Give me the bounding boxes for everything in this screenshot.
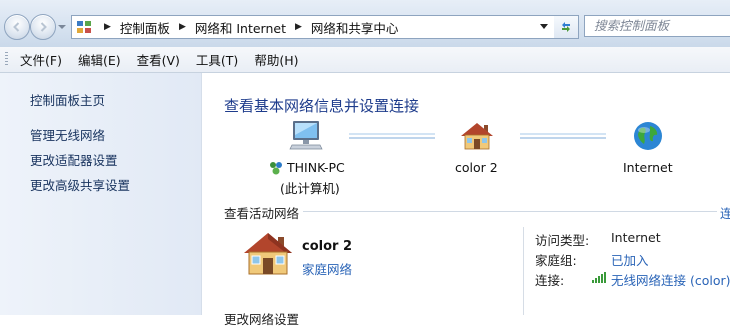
- breadcrumb-item-control-panel[interactable]: 控制面板: [120, 18, 170, 37]
- access-type-value: Internet: [611, 230, 661, 245]
- menu-grip: [5, 52, 8, 67]
- homegroup-label: 家庭组:: [535, 253, 577, 268]
- computer-subtitle: (此计算机): [280, 181, 340, 196]
- wifi-signal-icon: [592, 272, 606, 283]
- home-network-icon: [244, 233, 292, 275]
- connector-line: [349, 133, 435, 139]
- arrow-right-icon: [40, 22, 47, 32]
- arrow-left-icon: [13, 22, 20, 32]
- refresh-icon: [562, 22, 570, 32]
- section-heading-change-settings: 更改网络设置: [224, 312, 300, 327]
- divider: [523, 227, 524, 315]
- main-content: 查看基本网络信息并设置连接 THINK-PC (此计算机) color 2 In…: [202, 73, 730, 327]
- network-map-name: color 2: [455, 160, 498, 175]
- back-button[interactable]: [4, 14, 30, 40]
- internet-label: Internet: [623, 160, 673, 175]
- computer-name: THINK-PC: [287, 160, 345, 175]
- menu-file[interactable]: 文件(F): [20, 50, 62, 69]
- connection-label: 连接:: [535, 273, 565, 288]
- search-input[interactable]: 搜索控制面板: [584, 15, 730, 37]
- refresh-button[interactable]: [554, 15, 579, 39]
- address-dropdown-icon[interactable]: [540, 24, 548, 29]
- menu-edit[interactable]: 编辑(E): [78, 50, 121, 69]
- chevron-right-icon[interactable]: ▶: [295, 22, 302, 32]
- internet-globe-icon[interactable]: [632, 120, 664, 152]
- network-users-icon: [270, 162, 282, 175]
- sidebar-item-manage-wireless[interactable]: 管理无线网络: [30, 125, 105, 144]
- breadcrumb: ▶ 控制面板 ▶ 网络和 Internet ▶ 网络和共享中心: [98, 18, 398, 37]
- chevron-right-icon[interactable]: ▶: [179, 22, 186, 32]
- chevron-right-icon: ▶: [104, 22, 111, 32]
- computer-icon[interactable]: [288, 119, 324, 151]
- breadcrumb-item-network-internet[interactable]: 网络和 Internet: [195, 18, 286, 37]
- sidebar-item-adapter-settings[interactable]: 更改适配器设置: [30, 150, 118, 169]
- menu-bar: 文件(F) 编辑(E) 查看(V) 工具(T) 帮助(H): [0, 47, 730, 73]
- home-network-icon[interactable]: [460, 121, 494, 151]
- connect-disconnect-link[interactable]: 连: [720, 203, 730, 222]
- forward-button[interactable]: [30, 14, 56, 40]
- divider: [303, 211, 717, 212]
- page-title: 查看基本网络信息并设置连接: [224, 97, 420, 115]
- address-bar: ▶ 控制面板 ▶ 网络和 Internet ▶ 网络和共享中心 搜索控制面板: [0, 0, 730, 48]
- access-type-label: 访问类型:: [535, 233, 590, 248]
- connector-line: [520, 133, 606, 139]
- wireless-connection-link[interactable]: 无线网络连接 (color): [611, 270, 730, 289]
- address-box[interactable]: ▶ 控制面板 ▶ 网络和 Internet ▶ 网络和共享中心: [71, 15, 555, 39]
- homegroup-link[interactable]: 已加入: [611, 250, 649, 269]
- history-dropdown-icon[interactable]: [57, 23, 67, 31]
- section-heading-active-networks: 查看活动网络: [224, 206, 300, 221]
- sidebar-item-advanced-sharing[interactable]: 更改高级共享设置: [30, 175, 130, 194]
- sidebar-item-control-panel-home[interactable]: 控制面板主页: [30, 90, 105, 109]
- control-panel-icon: [77, 21, 91, 33]
- sidebar: 控制面板主页 管理无线网络 更改适配器设置 更改高级共享设置: [0, 73, 202, 315]
- network-type-link[interactable]: 家庭网络: [302, 259, 352, 278]
- breadcrumb-item-network-sharing-center[interactable]: 网络和共享中心: [311, 18, 399, 37]
- menu-help[interactable]: 帮助(H): [254, 50, 298, 69]
- menu-view[interactable]: 查看(V): [137, 50, 180, 69]
- active-network-name: color 2: [302, 239, 353, 254]
- menu-tools[interactable]: 工具(T): [196, 50, 238, 69]
